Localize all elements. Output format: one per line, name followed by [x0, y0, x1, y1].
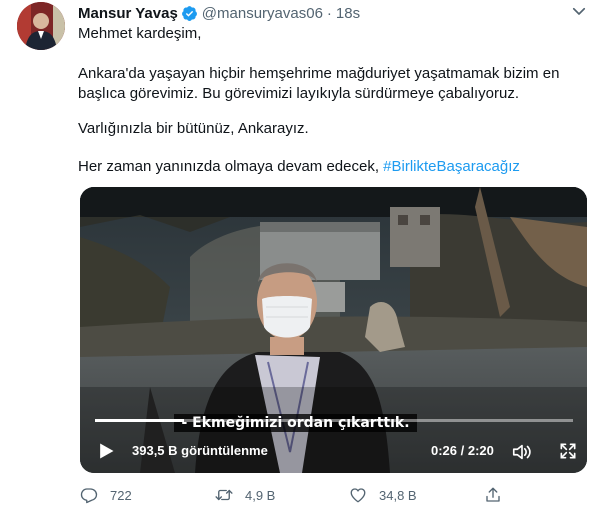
share-button[interactable]: [484, 485, 514, 505]
video-timecode: 0:26 / 2:20: [431, 443, 494, 458]
avatar[interactable]: [17, 2, 65, 50]
video-controls: 393,5 B görüntülenme 0:26 / 2:20: [80, 432, 587, 470]
tweet[interactable]: Mansur Yavaş @mansuryavas06 · 18s Mehmet…: [0, 0, 591, 514]
reply-icon: [80, 488, 98, 504]
view-count: 393,5 B görüntülenme: [132, 443, 268, 458]
verified-badge-icon: [181, 5, 197, 21]
tweet-text-line: başlıca görevimiz. Bu görevimizi layıkıy…: [78, 85, 519, 102]
like-button[interactable]: 34,8 B: [349, 485, 417, 505]
retweet-icon: [215, 489, 233, 501]
author-name[interactable]: Mansur Yavaş: [78, 5, 178, 22]
tweet-text: Her zaman yanınızda olmaya devam edecek,: [78, 158, 384, 175]
author-handle[interactable]: @mansuryavas06: [202, 5, 323, 22]
tweet-text-line: Ankara'da yaşayan hiçbir hemşehrime mağd…: [78, 65, 560, 82]
subtitle-text: - Ekmeğimizi ordan çıkarttık.: [174, 414, 417, 432]
video-subtitle: - Ekmeğimizi ordan çıkarttık.: [0, 414, 591, 432]
chevron-down-icon[interactable]: [570, 2, 588, 20]
like-icon: [350, 488, 366, 503]
fullscreen-icon[interactable]: [558, 441, 578, 461]
retweet-button[interactable]: 4,9 B: [215, 485, 275, 505]
retweet-count: 4,9 B: [245, 487, 276, 503]
hashtag-link[interactable]: #BirlikteBaşaracağız: [383, 158, 520, 175]
share-icon: [486, 487, 500, 502]
tweet-header: Mansur Yavaş @mansuryavas06 · 18s: [78, 3, 360, 23]
tweet-text-line-with-hashtag: Her zaman yanınızda olmaya devam edecek,…: [78, 157, 578, 177]
tweet-timestamp[interactable]: 18s: [336, 5, 360, 22]
like-count: 34,8 B: [379, 487, 417, 503]
tweet-text-line: Varlığınızla bir bütünüz, Ankarayız.: [78, 120, 309, 137]
separator-dot: ·: [326, 4, 332, 22]
video-progress-fill: [95, 419, 184, 422]
volume-icon[interactable]: [511, 441, 533, 463]
video-progress-bar[interactable]: [95, 419, 573, 422]
play-icon[interactable]: [96, 441, 116, 461]
tweet-actions: 722 4,9 B 34,8 B: [0, 485, 591, 505]
reply-button[interactable]: 722: [80, 485, 132, 505]
tweet-text-line: Mehmet kardeşim,: [78, 25, 202, 42]
reply-count: 722: [110, 487, 132, 503]
